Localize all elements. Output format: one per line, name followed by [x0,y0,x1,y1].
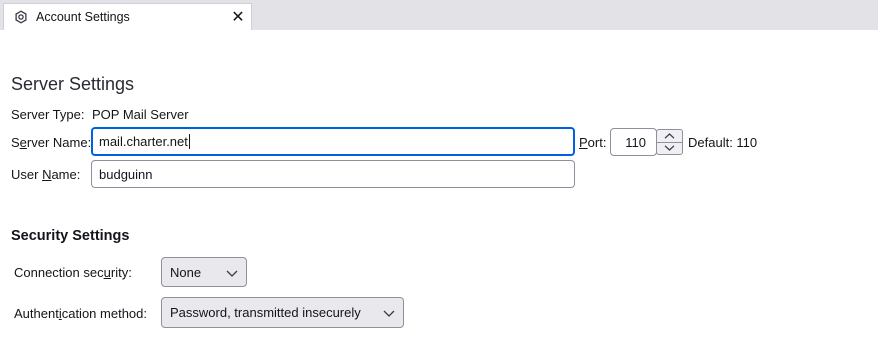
port-default-label: Default: 110 [688,135,758,150]
authentication-method-value: Password, transmitted insecurely [170,305,361,320]
server-name-label: Server Name: [11,135,92,150]
text-caret [188,134,190,149]
server-name-input[interactable]: mail.charter.net [91,127,575,156]
connection-security-select[interactable]: None [161,257,247,287]
connection-security-label: Connection security: [14,265,132,280]
server-type-value: POP Mail Server [92,107,189,122]
user-name-input[interactable]: budguinn [91,160,575,188]
connection-security-value: None [170,264,202,280]
tab-title: Account Settings [36,10,130,24]
authentication-method-label: Authentication method: [14,306,147,321]
port-label: Port: [579,135,607,150]
user-name-label: User Name: [11,167,81,182]
server-settings-heading: Server Settings [11,74,135,94]
chevron-down-icon [226,265,238,280]
chevron-down-icon [383,305,395,320]
security-settings-heading: Security Settings [11,228,130,244]
chevron-down-icon[interactable] [657,142,682,154]
server-name-value: mail.charter.net [99,134,188,149]
port-stepper[interactable] [656,129,683,155]
gear-icon [14,10,28,24]
tab-bar: Account Settings ✕ [0,0,878,30]
server-type-label: Server Type: [11,107,85,122]
tab-account-settings[interactable]: Account Settings ✕ [3,3,252,30]
close-icon[interactable]: ✕ [227,6,249,28]
authentication-method-select[interactable]: Password, transmitted insecurely [161,297,404,328]
port-input[interactable]: 110 [610,128,657,156]
